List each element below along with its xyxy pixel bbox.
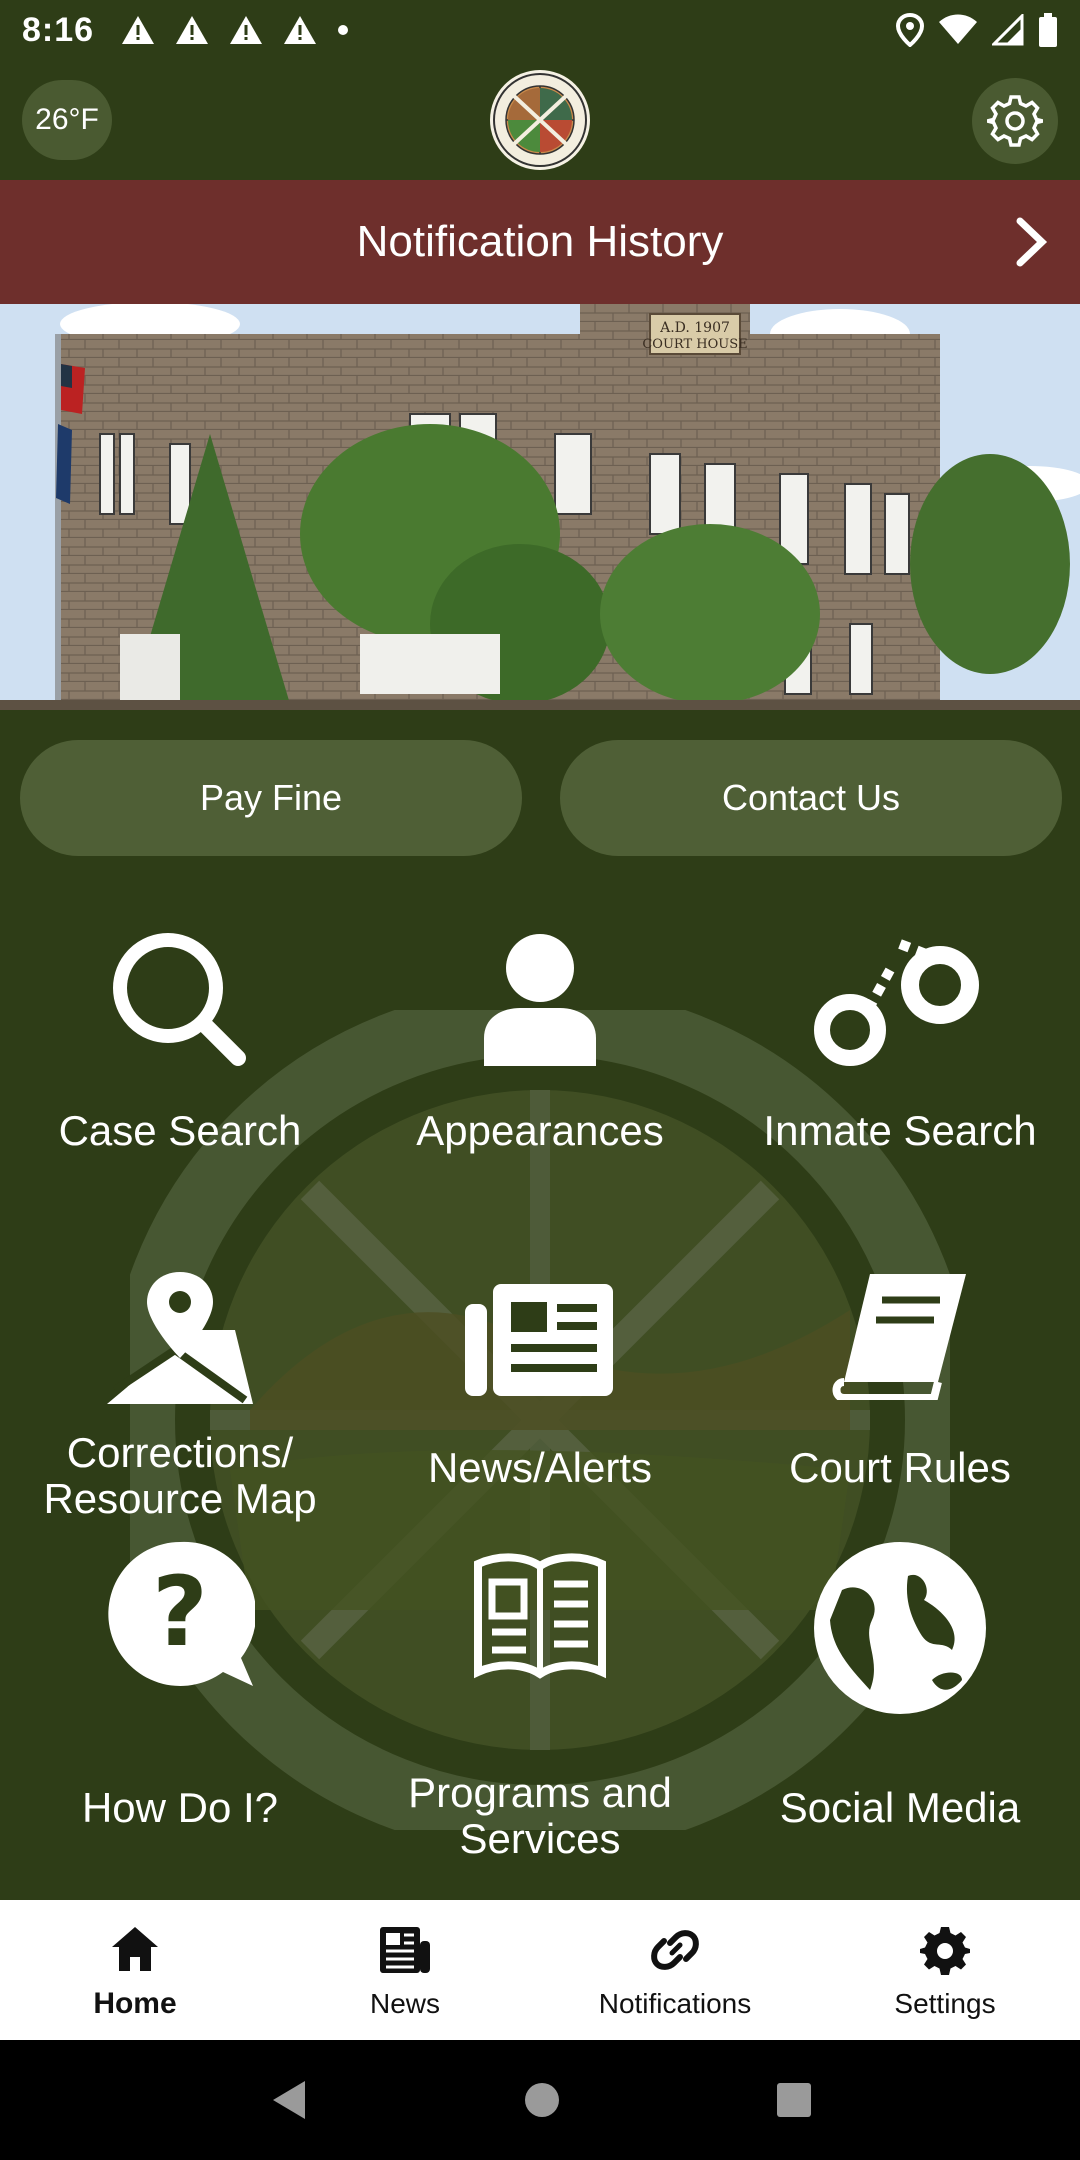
social-media-tile[interactable]: Social Media	[720, 1540, 1080, 1860]
link-icon	[651, 1930, 699, 1970]
temperature-badge[interactable]: 26°F	[22, 80, 112, 160]
status-system-icons	[896, 13, 1058, 47]
court-rules-label: Court Rules	[789, 1444, 1011, 1491]
dot-icon	[338, 25, 349, 35]
map-icon	[107, 1272, 253, 1404]
bottom-navigation: Home News Notifications Settings	[0, 1900, 1080, 2040]
settings-button[interactable]	[972, 78, 1058, 164]
corrections-label-line1: Corrections/	[66, 1429, 294, 1476]
nav-home[interactable]: Home	[0, 1900, 270, 2040]
handcuffs-icon	[814, 939, 979, 1066]
courthouse-image: A.D. 1907 COURT HOUSE	[0, 304, 1080, 710]
programs-services-label: Programs and Services	[360, 1770, 720, 1862]
corrections-label: Corrections/ Resource Map	[0, 1430, 360, 1522]
news-alerts-label: News/Alerts	[427, 1444, 653, 1491]
programs-services-label-line1: Programs and	[408, 1769, 672, 1816]
notification-history-bar[interactable]: Notification History	[0, 180, 1080, 304]
status-bar: 8:16	[0, 0, 1080, 60]
app-header: 26°F	[0, 60, 1080, 180]
home-icon	[112, 1927, 158, 1971]
appearances-label: Appearances	[416, 1107, 664, 1154]
corrections-resource-map-tile[interactable]: Corrections/ Resource Map	[0, 1200, 360, 1522]
wifi-icon	[939, 14, 977, 44]
appearances-tile[interactable]: Appearances	[360, 880, 720, 1200]
app-screen: 8:16 26°F Notification History A.D. 1907…	[0, 0, 1080, 2160]
book-icon	[832, 1274, 966, 1400]
warning-icon	[176, 16, 209, 44]
recents-icon[interactable]	[775, 2081, 813, 2119]
inmate-search-label: Inmate Search	[763, 1107, 1037, 1154]
sign-line1: A.D. 1907	[659, 320, 730, 336]
social-media-label: Social Media	[779, 1784, 1021, 1831]
back-icon[interactable]	[267, 2077, 309, 2123]
notification-history-title: Notification History	[356, 217, 724, 266]
feature-grid: Case Search Appearances Inmate Search Co…	[0, 880, 1080, 1900]
case-search-tile[interactable]: Case Search	[0, 880, 360, 1200]
court-rules-tile[interactable]: Court Rules	[720, 1200, 1080, 1520]
news-alerts-tile[interactable]: News/Alerts	[360, 1200, 720, 1520]
newspaper-icon	[465, 1284, 613, 1396]
case-search-label: Case Search	[58, 1107, 302, 1154]
sign-line2: COURT HOUSE	[642, 337, 747, 352]
globe-icon	[814, 1542, 986, 1714]
programs-services-tile[interactable]: Programs and Services	[360, 1540, 720, 1862]
search-icon	[113, 933, 246, 1066]
home-circle-icon[interactable]	[522, 2080, 562, 2120]
svg-text:?: ?	[152, 1556, 208, 1668]
status-notification-icons	[120, 14, 350, 46]
courthouse-photo: A.D. 1907 COURT HOUSE	[0, 304, 1080, 710]
system-navigation-bar	[0, 2040, 1080, 2160]
signal-icon	[992, 14, 1024, 46]
location-icon	[896, 13, 924, 47]
warning-icon	[230, 16, 263, 44]
seal-icon	[493, 73, 587, 167]
nav-home-label: Home	[93, 1987, 177, 2020]
gear-icon	[987, 95, 1043, 147]
programs-services-label-line2: Services	[459, 1815, 621, 1862]
nav-notifications[interactable]: Notifications	[540, 1900, 810, 2040]
nav-news[interactable]: News	[270, 1900, 540, 2040]
battery-icon	[1039, 13, 1057, 47]
open-book-icon	[474, 1553, 606, 1679]
inmate-search-tile[interactable]: Inmate Search	[720, 880, 1080, 1200]
pay-fine-button[interactable]: Pay Fine	[20, 740, 522, 856]
newspaper-icon	[380, 1927, 430, 1973]
nav-news-label: News	[369, 1988, 440, 2019]
nav-notifications-label: Notifications	[598, 1988, 752, 2019]
chevron-right-icon	[1016, 217, 1048, 267]
how-do-i-label: How Do I?	[81, 1784, 279, 1831]
warning-icon	[284, 16, 317, 44]
nav-settings[interactable]: Settings	[810, 1900, 1080, 2040]
question-icon: ?	[108, 1541, 255, 1686]
person-icon	[484, 934, 596, 1066]
warning-icon	[122, 16, 155, 44]
contact-us-button[interactable]: Contact Us	[560, 740, 1062, 856]
status-time: 8:16	[22, 10, 95, 49]
corrections-label-line2: Resource Map	[43, 1475, 317, 1522]
county-seal-logo	[490, 70, 590, 170]
nav-settings-label: Settings	[894, 1988, 996, 2019]
how-do-i-tile[interactable]: ? How Do I?	[0, 1540, 360, 1860]
gear-icon	[920, 1927, 970, 1975]
